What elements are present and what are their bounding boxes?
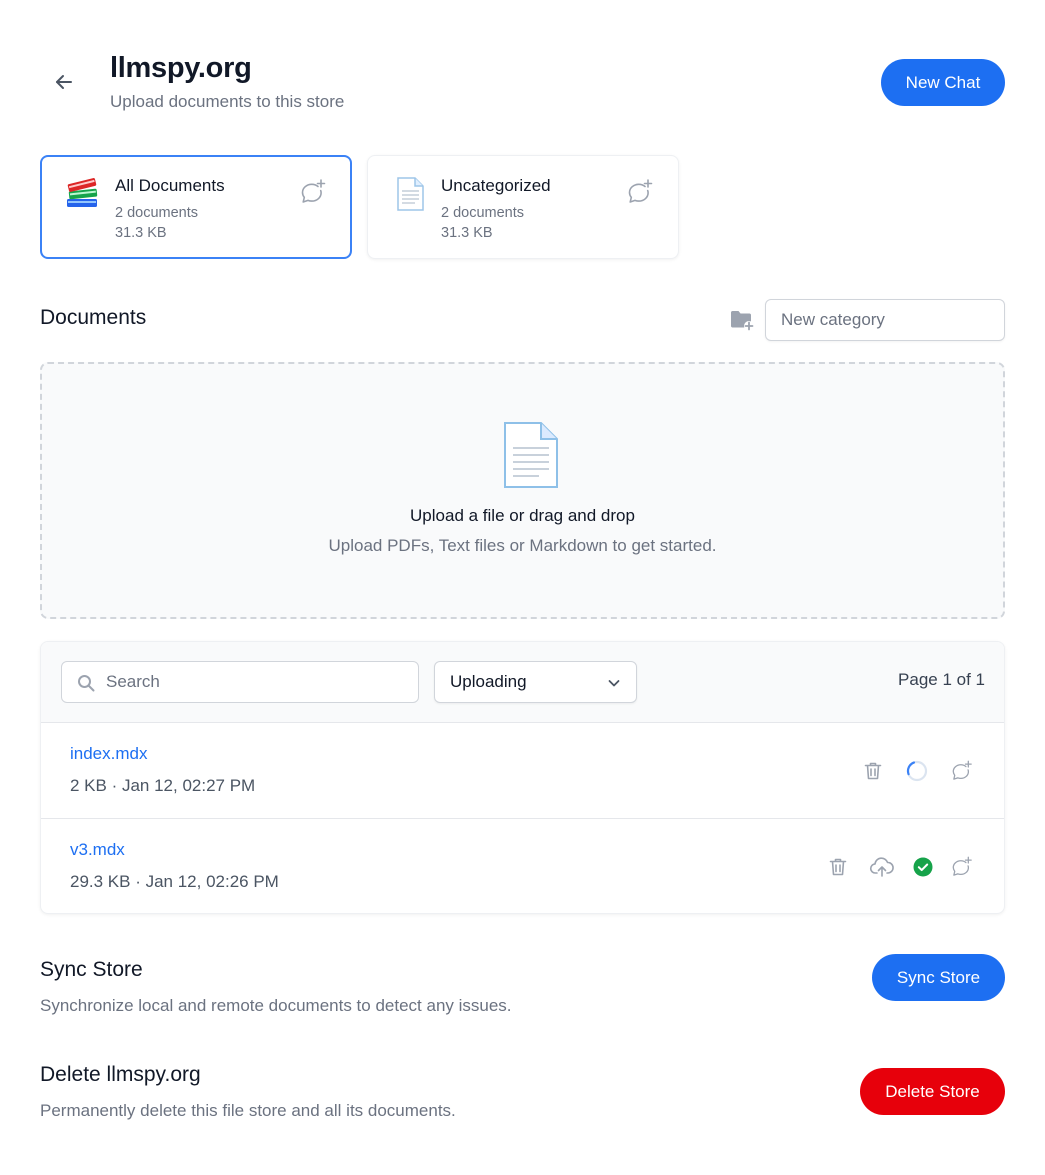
chat-add-icon[interactable] xyxy=(296,176,328,208)
search-input[interactable] xyxy=(106,662,406,702)
new-category-input[interactable] xyxy=(765,299,1005,341)
dropzone-title: Upload a file or drag and drop xyxy=(410,506,635,525)
page-header: llmspy.org Upload documents to this stor… xyxy=(0,0,1045,140)
delete-section-description: Permanently delete this file store and a… xyxy=(40,1101,456,1120)
delete-section-title: Delete llmspy.org xyxy=(40,1063,201,1086)
new-chat-button[interactable]: New Chat xyxy=(881,59,1005,106)
category-name: All Documents xyxy=(115,176,225,195)
books-icon xyxy=(67,178,98,207)
back-button[interactable] xyxy=(48,66,80,98)
search-icon xyxy=(78,675,95,692)
category-size: 31.3 KB xyxy=(441,225,493,241)
file-name-link[interactable]: index.mdx xyxy=(70,744,147,764)
sync-section-title: Sync Store xyxy=(40,958,143,981)
file-name-link[interactable]: v3.mdx xyxy=(70,840,125,860)
upload-dropzone[interactable]: Upload a file or drag and drop Upload PD… xyxy=(40,362,1005,619)
files-panel: Uploading Page 1 of 1 index.mdx 2 KB · J… xyxy=(40,641,1005,914)
document-icon xyxy=(397,177,424,211)
chat-add-icon xyxy=(952,856,972,876)
category-count: 2 documents xyxy=(441,205,525,221)
trash-icon xyxy=(829,858,847,876)
folder-add-icon[interactable] xyxy=(729,308,755,332)
pagination-info: Page 1 of 1 xyxy=(898,670,985,689)
category-count: 2 documents xyxy=(115,205,199,221)
trash-icon xyxy=(864,762,882,780)
delete-file-button[interactable] xyxy=(825,854,851,880)
delete-file-button[interactable] xyxy=(860,758,886,784)
delete-store-button[interactable]: Delete Store xyxy=(860,1068,1005,1115)
category-card-uncategorized[interactable]: Uncategorized 2 documents 31.3 KB xyxy=(367,155,679,259)
file-meta: 2 KB · Jan 12, 02:27 PM xyxy=(70,776,256,795)
sync-store-button[interactable]: Sync Store xyxy=(872,954,1005,1001)
search-box[interactable] xyxy=(61,661,419,703)
synced-status xyxy=(910,854,936,880)
status-filter-value: Uploading xyxy=(450,672,527,691)
chevron-down-icon xyxy=(608,680,620,687)
file-meta: 29.3 KB · Jan 12, 02:26 PM xyxy=(70,872,279,891)
upload-status-spinner xyxy=(904,758,930,784)
sync-section-description: Synchronize local and remote documents t… xyxy=(40,996,512,1015)
category-name: Uncategorized xyxy=(441,176,551,195)
dropzone-subtitle: Upload PDFs, Text files or Markdown to g… xyxy=(328,536,717,555)
reupload-file-button[interactable] xyxy=(869,854,895,880)
chat-with-file-button[interactable] xyxy=(948,758,974,784)
check-circle-icon xyxy=(913,857,933,877)
document-icon xyxy=(504,422,558,488)
category-size: 31.3 KB xyxy=(115,225,167,241)
page-title: llmspy.org xyxy=(110,52,252,84)
arrow-left-icon xyxy=(56,75,72,89)
chat-with-file-button[interactable] xyxy=(948,854,974,880)
file-row: v3.mdx 29.3 KB · Jan 12, 02:26 PM xyxy=(41,819,1004,913)
chat-add-icon[interactable] xyxy=(623,176,655,208)
spinner-icon xyxy=(906,760,928,782)
cloud-upload-icon xyxy=(869,857,894,877)
status-filter-select[interactable]: Uploading xyxy=(434,661,637,703)
page-subtitle: Upload documents to this store xyxy=(110,92,345,111)
chat-add-icon xyxy=(952,760,972,780)
category-card-all-documents[interactable]: All Documents 2 documents 31.3 KB xyxy=(40,155,352,259)
files-toolbar: Uploading Page 1 of 1 xyxy=(41,642,1004,723)
documents-heading: Documents xyxy=(40,306,147,329)
file-row: index.mdx 2 KB · Jan 12, 02:27 PM xyxy=(41,723,1004,819)
